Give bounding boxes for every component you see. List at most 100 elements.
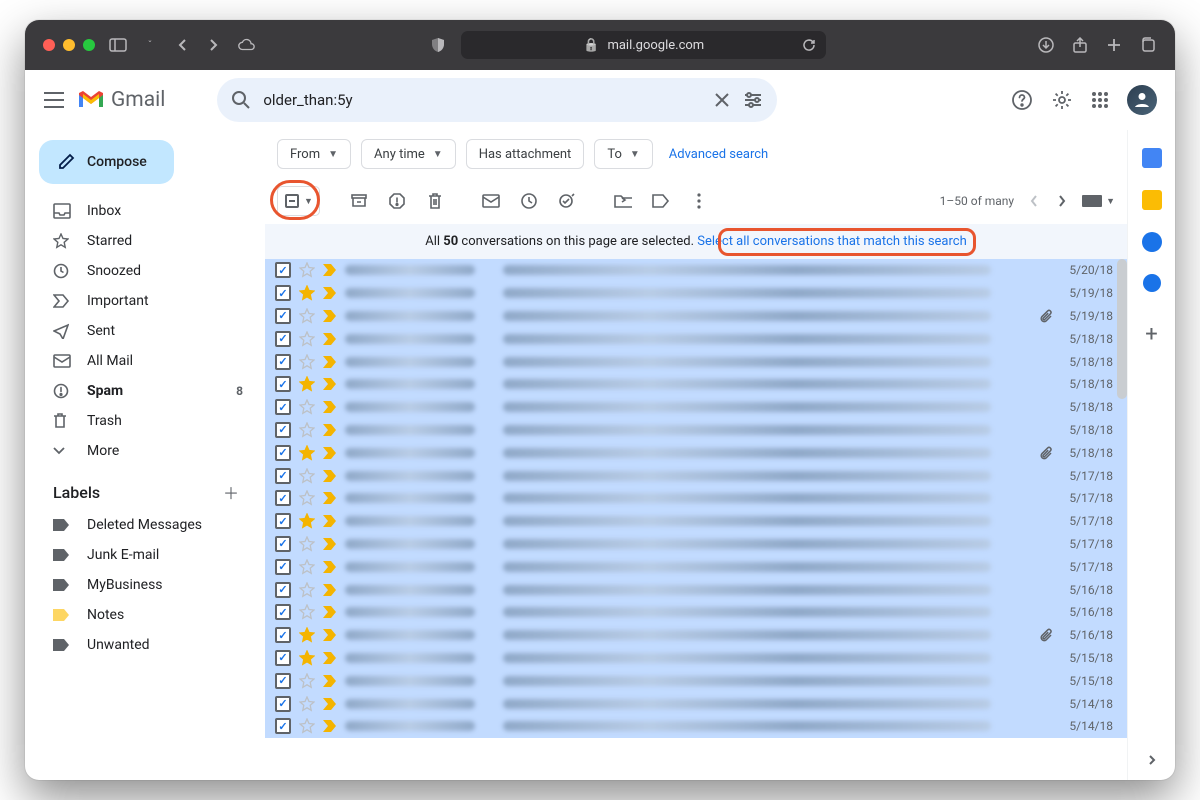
label-item[interactable]: Notes	[31, 600, 255, 630]
add-to-tasks-button[interactable]	[550, 184, 584, 218]
label-item[interactable]: Unwanted	[31, 630, 255, 660]
row-checkbox[interactable]	[275, 627, 291, 643]
nav-inbox[interactable]: Inbox	[31, 196, 255, 226]
message-row[interactable]: 5/18/18	[265, 373, 1127, 396]
message-row[interactable]: 5/16/18	[265, 578, 1127, 601]
message-row[interactable]: 5/15/18	[265, 647, 1127, 670]
chip-anytime[interactable]: Any time▼	[361, 139, 456, 169]
row-checkbox[interactable]	[275, 399, 291, 415]
mark-unread-button[interactable]	[474, 184, 508, 218]
star-icon[interactable]	[299, 673, 315, 689]
search-input[interactable]	[263, 91, 701, 109]
importance-icon[interactable]	[323, 470, 337, 482]
row-checkbox[interactable]	[275, 582, 291, 598]
collapse-panel-icon[interactable]	[1147, 754, 1157, 766]
chip-has-attachment[interactable]: Has attachment	[466, 139, 585, 169]
nav-starred[interactable]: Starred	[31, 226, 255, 256]
star-icon[interactable]	[299, 376, 315, 392]
prev-page-button[interactable]	[1026, 191, 1042, 211]
importance-icon[interactable]	[323, 675, 337, 687]
get-addons-icon[interactable]: +	[1145, 322, 1157, 347]
row-checkbox[interactable]	[275, 650, 291, 666]
downloads-icon[interactable]	[1037, 36, 1055, 54]
importance-icon[interactable]	[323, 720, 337, 732]
address-bar[interactable]: 🔒 mail.google.com	[461, 31, 826, 59]
message-row[interactable]: 5/18/18	[265, 396, 1127, 419]
star-icon[interactable]	[299, 490, 315, 506]
report-spam-button[interactable]	[380, 184, 414, 218]
importance-icon[interactable]	[323, 606, 337, 618]
row-checkbox[interactable]	[275, 285, 291, 301]
star-icon[interactable]	[299, 604, 315, 620]
close-window-button[interactable]	[43, 39, 55, 51]
forward-icon[interactable]	[205, 36, 223, 54]
row-checkbox[interactable]	[275, 445, 291, 461]
message-row[interactable]: 5/20/18	[265, 259, 1127, 282]
importance-icon[interactable]	[323, 310, 337, 322]
message-list[interactable]: 5/20/185/19/185/19/185/18/185/18/185/18/…	[265, 259, 1127, 780]
importance-icon[interactable]	[323, 584, 337, 596]
account-avatar[interactable]	[1127, 85, 1157, 115]
advanced-search-link[interactable]: Advanced search	[669, 147, 768, 162]
star-icon[interactable]	[299, 445, 315, 461]
importance-icon[interactable]	[323, 264, 337, 276]
chip-from[interactable]: From▼	[277, 139, 351, 169]
tab-dropdown-icon[interactable]: ˇ	[141, 36, 159, 54]
message-row[interactable]: 5/15/18	[265, 669, 1127, 692]
clear-search-icon[interactable]	[713, 91, 731, 109]
next-page-button[interactable]	[1054, 191, 1070, 211]
new-tab-icon[interactable]	[1105, 36, 1123, 54]
add-label-icon[interactable]: ＋	[223, 480, 239, 504]
calendar-addon-icon[interactable]	[1142, 148, 1162, 168]
star-icon[interactable]	[299, 285, 315, 301]
star-icon[interactable]	[299, 308, 315, 324]
importance-icon[interactable]	[323, 424, 337, 436]
select-all-control[interactable]: ▼	[277, 186, 320, 216]
gmail-logo[interactable]: Gmail	[77, 88, 165, 112]
message-row[interactable]: 5/17/18	[265, 510, 1127, 533]
compose-button[interactable]: Compose	[39, 140, 174, 184]
importance-icon[interactable]	[323, 378, 337, 390]
star-icon[interactable]	[299, 468, 315, 484]
message-row[interactable]: 5/18/18	[265, 350, 1127, 373]
row-checkbox[interactable]	[275, 559, 291, 575]
message-row[interactable]: 5/16/18	[265, 624, 1127, 647]
reload-icon[interactable]	[800, 36, 818, 54]
support-icon[interactable]	[1011, 89, 1033, 111]
row-checkbox[interactable]	[275, 604, 291, 620]
cloud-icon[interactable]	[237, 36, 255, 54]
apps-grid-icon[interactable]	[1091, 91, 1109, 109]
importance-icon[interactable]	[323, 287, 337, 299]
importance-icon[interactable]	[323, 447, 337, 459]
star-icon[interactable]	[299, 559, 315, 575]
star-icon[interactable]	[299, 627, 315, 643]
message-row[interactable]: 5/14/18	[265, 692, 1127, 715]
keep-addon-icon[interactable]	[1142, 190, 1162, 210]
importance-icon[interactable]	[323, 356, 337, 368]
nav-spam[interactable]: Spam8	[31, 376, 255, 406]
label-item[interactable]: Deleted Messages	[31, 510, 255, 540]
shield-icon[interactable]	[429, 36, 447, 54]
message-row[interactable]: 5/17/18	[265, 464, 1127, 487]
importance-icon[interactable]	[323, 333, 337, 345]
importance-icon[interactable]	[323, 629, 337, 641]
scrollbar-thumb[interactable]	[1117, 259, 1127, 399]
message-row[interactable]: 5/17/18	[265, 533, 1127, 556]
star-icon[interactable]	[299, 650, 315, 666]
row-checkbox[interactable]	[275, 468, 291, 484]
importance-icon[interactable]	[323, 401, 337, 413]
nav-allmail[interactable]: All Mail	[31, 346, 255, 376]
star-icon[interactable]	[299, 331, 315, 347]
search-bar[interactable]	[217, 78, 777, 122]
message-row[interactable]: 5/17/18	[265, 555, 1127, 578]
labels-button[interactable]	[644, 184, 678, 218]
message-row[interactable]: 5/18/18	[265, 327, 1127, 350]
star-icon[interactable]	[299, 399, 315, 415]
snooze-button[interactable]	[512, 184, 546, 218]
star-icon[interactable]	[299, 536, 315, 552]
importance-icon[interactable]	[323, 538, 337, 550]
nav-sent[interactable]: Sent	[31, 316, 255, 346]
label-item[interactable]: Junk E-mail	[31, 540, 255, 570]
row-checkbox[interactable]	[275, 331, 291, 347]
settings-icon[interactable]	[1051, 89, 1073, 111]
